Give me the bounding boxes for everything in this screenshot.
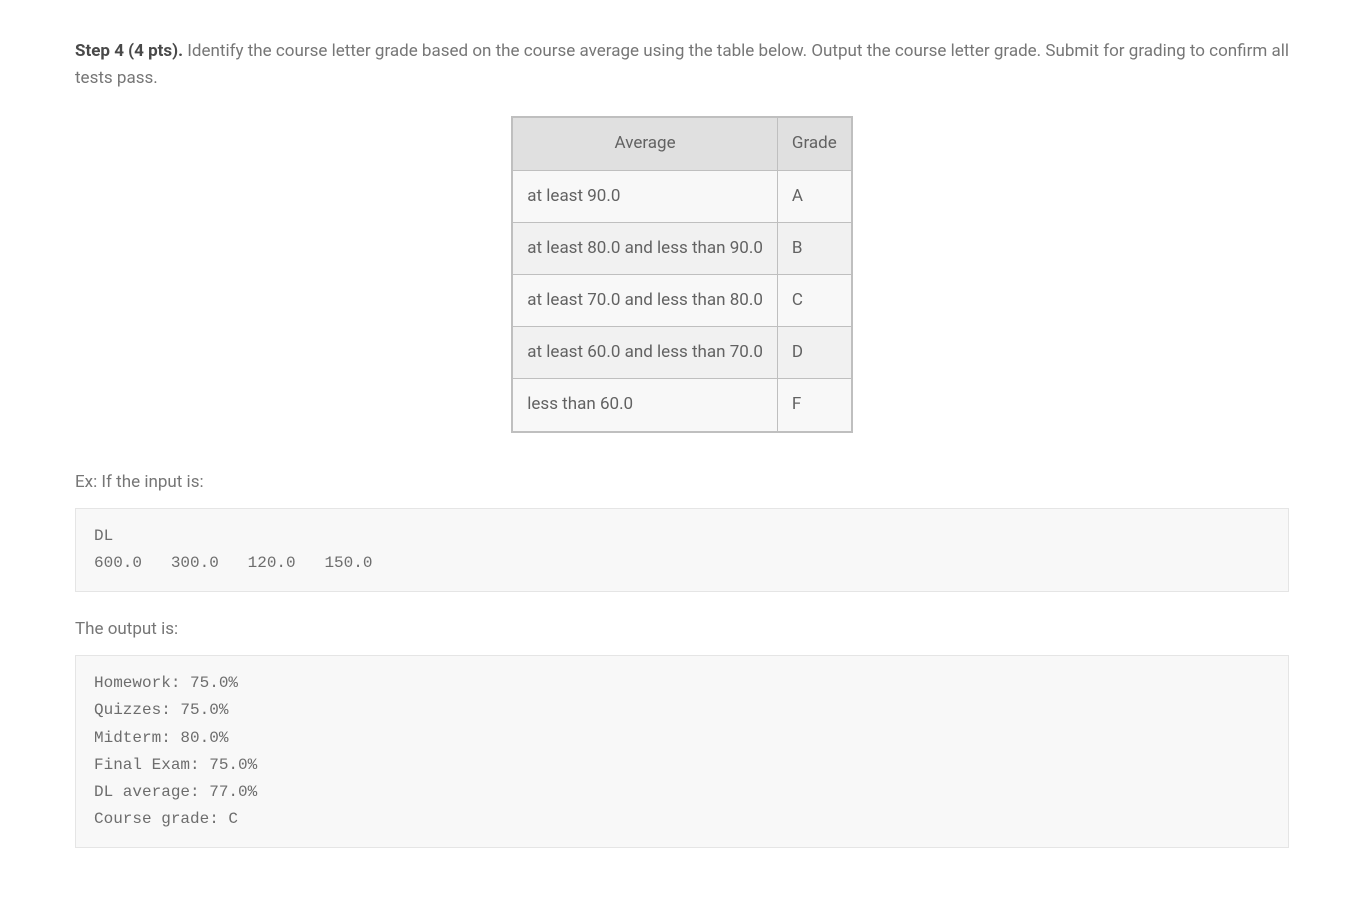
- cell-grade: A: [777, 170, 851, 222]
- step-heading: Step 4 (4 pts). Identify the course lett…: [75, 38, 1289, 92]
- table-row: less than 60.0 F: [512, 379, 851, 432]
- cell-average: less than 60.0: [512, 379, 777, 432]
- table-row: at least 80.0 and less than 90.0 B: [512, 222, 851, 274]
- cell-average: at least 70.0 and less than 80.0: [512, 274, 777, 326]
- cell-grade: C: [777, 274, 851, 326]
- header-average: Average: [512, 117, 777, 170]
- cell-grade: F: [777, 379, 851, 432]
- cell-grade: D: [777, 327, 851, 379]
- step-label: Step 4 (4 pts).: [75, 41, 183, 61]
- example-output-code: Homework: 75.0% Quizzes: 75.0% Midterm: …: [75, 655, 1289, 848]
- table-row: at least 90.0 A: [512, 170, 851, 222]
- header-grade: Grade: [777, 117, 851, 170]
- grade-table: Average Grade at least 90.0 A at least 8…: [511, 116, 852, 432]
- cell-average: at least 80.0 and less than 90.0: [512, 222, 777, 274]
- example-input-label: Ex: If the input is:: [75, 469, 1289, 496]
- table-row: at least 70.0 and less than 80.0 C: [512, 274, 851, 326]
- cell-average: at least 60.0 and less than 70.0: [512, 327, 777, 379]
- example-output-label: The output is:: [75, 616, 1289, 643]
- step-text: Identify the course letter grade based o…: [75, 41, 1289, 88]
- table-row: at least 60.0 and less than 70.0 D: [512, 327, 851, 379]
- table-header-row: Average Grade: [512, 117, 851, 170]
- cell-average: at least 90.0: [512, 170, 777, 222]
- example-input-code: DL 600.0 300.0 120.0 150.0: [75, 508, 1289, 592]
- cell-grade: B: [777, 222, 851, 274]
